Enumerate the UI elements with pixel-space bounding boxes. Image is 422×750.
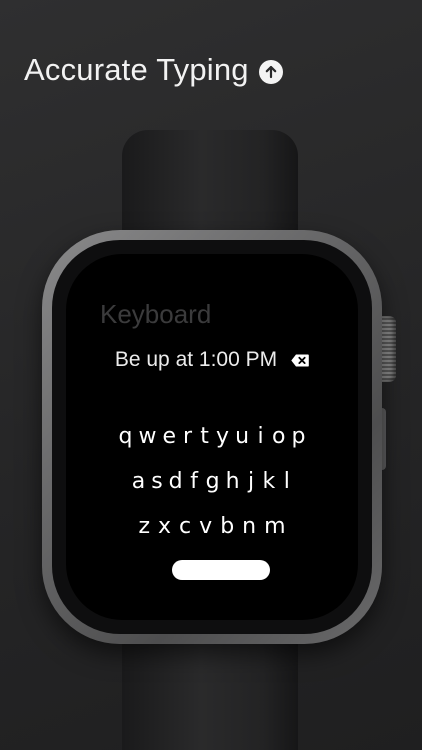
key-a[interactable]: a	[132, 469, 145, 494]
watch-screen: Keyboard Be up at 1:00 PM qwertyuiop asd…	[66, 254, 358, 620]
key-n[interactable]: n	[242, 514, 256, 539]
key-w[interactable]: w	[139, 424, 157, 449]
text-input-row: Be up at 1:00 PM	[66, 348, 358, 372]
typed-text: Be up at 1:00 PM	[114, 348, 278, 371]
keyboard-row-3: zxcvbnm	[66, 504, 358, 549]
key-e[interactable]: e	[163, 424, 177, 449]
key-p[interactable]: p	[292, 424, 306, 449]
key-i[interactable]: i	[255, 424, 266, 449]
headline: Accurate Typing	[24, 52, 283, 88]
key-z[interactable]: z	[138, 514, 150, 539]
key-g[interactable]: g	[206, 469, 220, 494]
key-o[interactable]: o	[272, 424, 285, 449]
key-d[interactable]: d	[169, 469, 183, 494]
key-s[interactable]: s	[151, 469, 162, 494]
watch-case: Keyboard Be up at 1:00 PM qwertyuiop asd…	[42, 230, 382, 644]
keyboard-row-2: asdfghjkl	[66, 459, 358, 504]
backspace-icon[interactable]	[291, 354, 309, 367]
key-c[interactable]: c	[179, 514, 191, 539]
key-m[interactable]: m	[264, 514, 285, 539]
key-r[interactable]: r	[182, 424, 193, 449]
key-j[interactable]: j	[246, 469, 257, 494]
keyboard-row-1: qwertyuiop	[66, 414, 358, 459]
arrow-up-circle-icon	[258, 60, 283, 84]
key-h[interactable]: h	[226, 469, 240, 494]
key-l[interactable]: l	[281, 469, 292, 494]
key-x[interactable]: x	[158, 514, 171, 539]
key-f[interactable]: f	[189, 469, 200, 494]
key-b[interactable]: b	[220, 514, 234, 539]
screen-title: Keyboard	[100, 299, 212, 329]
watch-bezel: Keyboard Be up at 1:00 PM qwertyuiop asd…	[52, 240, 372, 634]
key-t[interactable]: t	[199, 424, 210, 449]
key-v[interactable]: v	[199, 514, 212, 539]
key-y[interactable]: y	[216, 424, 229, 449]
keyboard: qwertyuiop asdfghjkl zxcvbnm	[66, 414, 358, 549]
key-k[interactable]: k	[263, 469, 276, 494]
headline-text: Accurate Typing	[24, 52, 249, 87]
space-bar[interactable]	[172, 560, 270, 580]
key-u[interactable]: u	[235, 424, 249, 449]
key-q[interactable]: q	[119, 424, 133, 449]
